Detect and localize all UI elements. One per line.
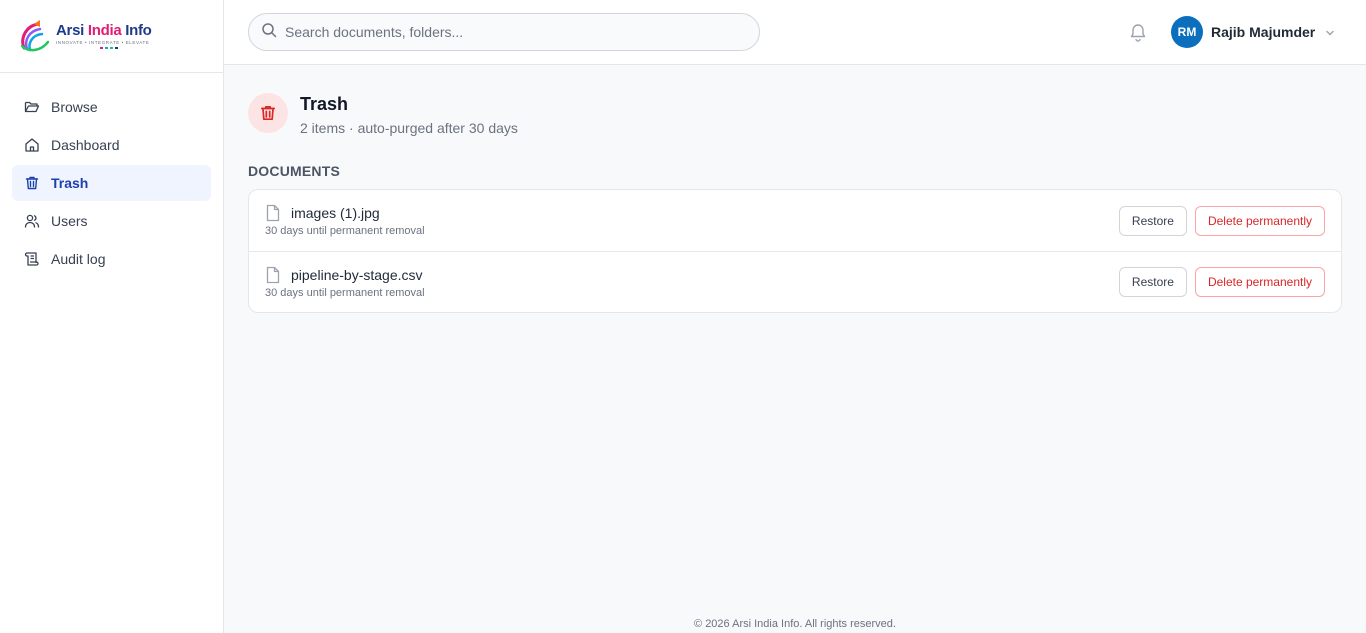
file-meta: 30 days until permanent removal xyxy=(265,225,425,237)
sidebar-item-label: Browse xyxy=(51,99,98,115)
scroll-icon xyxy=(24,251,40,267)
sidebar-item-label: Audit log xyxy=(51,251,106,267)
brand-dots xyxy=(100,47,152,49)
brand-logo-icon xyxy=(18,18,54,54)
chevron-down-icon xyxy=(1324,26,1336,38)
avatar: RM xyxy=(1171,16,1203,48)
sidebar-item-users[interactable]: Users xyxy=(12,203,211,239)
restore-button[interactable]: Restore xyxy=(1118,205,1187,236)
sidebar-item-audit-log[interactable]: Audit log xyxy=(12,241,211,277)
search-icon xyxy=(261,22,277,43)
brand-tagline: INNOVATE • INTEGRATE • ELEVATE xyxy=(56,40,150,45)
delete-permanently-button[interactable]: Delete permanently xyxy=(1194,205,1325,236)
restore-button[interactable]: Restore xyxy=(1118,267,1187,297)
home-icon xyxy=(24,137,40,153)
page-subtitle: 2 items · auto-purged after 30 days xyxy=(300,120,518,136)
footer: © 2026 Arsi India Info. All rights reser… xyxy=(694,618,896,630)
folder-open-icon xyxy=(24,99,40,115)
search-input[interactable] xyxy=(285,24,725,40)
user-name: Rajib Majumder xyxy=(1211,24,1316,40)
user-menu[interactable]: RM Rajib Majumder xyxy=(1171,16,1336,48)
section-label: DOCUMENTS xyxy=(248,163,341,179)
file-icon xyxy=(265,266,281,284)
search-box[interactable] xyxy=(248,13,760,51)
list-item: images (1).jpg 30 days until permanent r… xyxy=(249,190,1341,251)
sidebar-item-label: Users xyxy=(51,213,88,229)
file-name: pipeline-by-stage.csv xyxy=(291,266,423,283)
sidebar-item-dashboard[interactable]: Dashboard xyxy=(12,127,211,163)
file-name: images (1).jpg xyxy=(291,205,380,221)
brand-name-part1: Arsi xyxy=(56,22,84,39)
trash-badge-icon xyxy=(248,93,288,133)
page-title: Trash xyxy=(300,94,349,114)
sidebar-item-label: Dashboard xyxy=(51,137,120,153)
list-item: pipeline-by-stage.csv 30 days until perm… xyxy=(249,251,1341,312)
sidebar: Arsi India Info INNOVATE • INTEGRATE • E… xyxy=(0,0,224,633)
file-icon xyxy=(265,204,281,222)
topbar: RM Rajib Majumder xyxy=(224,0,1366,65)
users-icon xyxy=(24,213,40,229)
sidebar-item-label: Trash xyxy=(51,175,89,191)
brand[interactable]: Arsi India Info INNOVATE • INTEGRATE • E… xyxy=(0,0,223,73)
file-meta: 30 days until permanent removal xyxy=(265,286,425,299)
notification-bell-icon[interactable] xyxy=(1129,22,1147,42)
trash-icon xyxy=(24,175,40,191)
sidebar-item-trash[interactable]: Trash xyxy=(12,165,211,201)
main-content: Trash 2 items · auto-purged after 30 day… xyxy=(224,65,1366,633)
sidebar-nav: Browse Dashboard Trash Users Audit log xyxy=(0,73,223,295)
brand-name-part2: India xyxy=(87,22,122,39)
brand-name: Arsi India Info xyxy=(56,23,152,39)
brand-name-part3: Info xyxy=(125,22,152,39)
delete-permanently-button[interactable]: Delete permanently xyxy=(1194,267,1325,297)
sidebar-item-browse[interactable]: Browse xyxy=(12,89,211,125)
documents-list: images (1).jpg 30 days until permanent r… xyxy=(248,189,1342,313)
page-header: Trash 2 items · auto-purged after 30 day… xyxy=(248,93,518,136)
